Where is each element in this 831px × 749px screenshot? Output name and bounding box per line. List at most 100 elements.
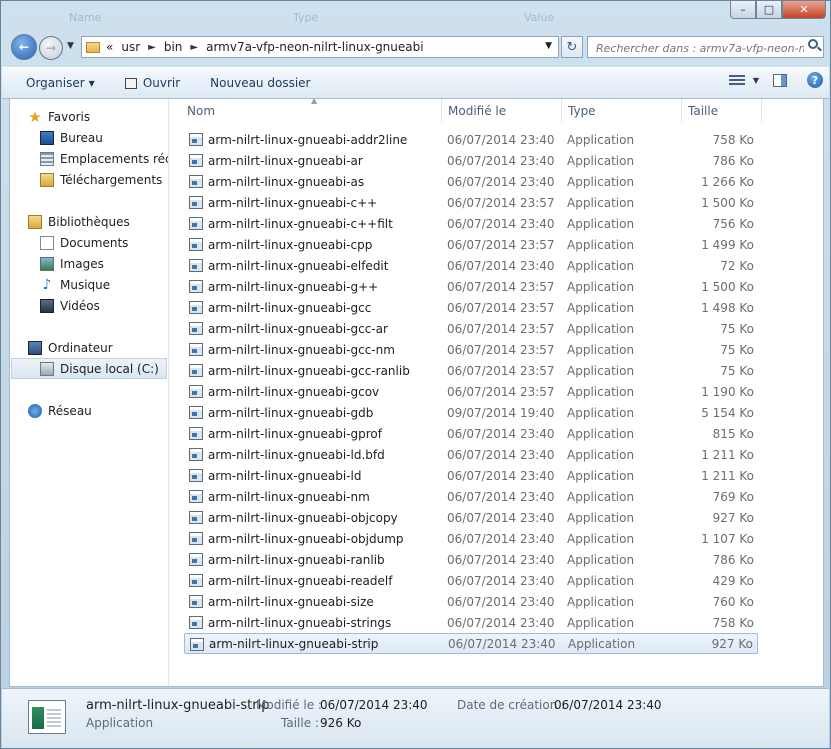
file-name: arm-nilrt-linux-gnueabi-ranlib bbox=[208, 552, 385, 567]
nav-item-label: Musique bbox=[60, 277, 111, 292]
column-divider[interactable] bbox=[761, 99, 762, 123]
column-divider[interactable] bbox=[441, 99, 442, 123]
breadcrumb-overflow[interactable]: « bbox=[106, 40, 113, 54]
refresh-button[interactable]: ↻ bbox=[561, 36, 583, 58]
file-name: arm-nilrt-linux-gnueabi-gcc bbox=[208, 300, 372, 315]
file-row[interactable]: arm-nilrt-linux-gnueabi-ranlib 06/07/2014… bbox=[184, 549, 758, 570]
file-type: Application bbox=[567, 510, 635, 525]
search-box[interactable] bbox=[587, 36, 824, 58]
breadcrumb-separator[interactable]: ► bbox=[190, 42, 198, 53]
file-name: arm-nilrt-linux-gnueabi-gcc-ranlib bbox=[208, 363, 410, 378]
file-row[interactable]: arm-nilrt-linux-gnueabi-as 06/07/2014 23:… bbox=[184, 171, 758, 192]
breadcrumb-usr[interactable]: usr bbox=[121, 40, 140, 54]
new-folder-button[interactable]: Nouveau dossier bbox=[210, 76, 310, 90]
column-header-name[interactable]: ▲ Nom bbox=[187, 99, 441, 123]
nav-item-images[interactable]: Images bbox=[40, 253, 104, 274]
preview-pane-icon[interactable] bbox=[773, 73, 787, 87]
minimize-button[interactable]: – bbox=[730, 1, 756, 19]
nav-network[interactable]: Réseau bbox=[28, 400, 92, 421]
close-button[interactable]: ✕ bbox=[782, 1, 826, 19]
nav-favorites-label: Favoris bbox=[48, 109, 91, 124]
nav-item-desktop[interactable]: Bureau bbox=[40, 127, 103, 148]
folder-icon bbox=[86, 41, 100, 53]
file-name: arm-nilrt-linux-gnueabi-gdb bbox=[208, 405, 374, 420]
search-input[interactable] bbox=[594, 38, 806, 58]
file-size: 1 500 Ko bbox=[701, 195, 754, 210]
back-button[interactable]: ← bbox=[11, 34, 37, 60]
file-modified: 06/07/2014 23:57 bbox=[447, 195, 555, 210]
file-row[interactable]: arm-nilrt-linux-gnueabi-gcc-ar 06/07/2014… bbox=[184, 318, 758, 339]
view-options-icon[interactable] bbox=[728, 74, 745, 86]
open-button[interactable]: Ouvrir bbox=[124, 76, 180, 90]
column-header-type[interactable]: Type bbox=[568, 99, 678, 123]
file-row[interactable]: arm-nilrt-linux-gnueabi-nm 06/07/2014 23:… bbox=[184, 486, 758, 507]
file-row[interactable]: arm-nilrt-linux-gnueabi-c++ 06/07/2014 23… bbox=[184, 192, 758, 213]
history-dropdown-icon[interactable]: ▼ bbox=[67, 41, 74, 51]
file-size: 1 266 Ko bbox=[701, 174, 754, 189]
column-header-modified[interactable]: Modifié le bbox=[448, 99, 562, 123]
search-icon[interactable] bbox=[808, 39, 818, 49]
organize-button[interactable]: Organiser ▼ bbox=[26, 76, 95, 90]
file-row[interactable]: arm-nilrt-linux-gnueabi-gcc-ranlib 06/07/… bbox=[184, 360, 758, 381]
file-row[interactable]: arm-nilrt-linux-gnueabi-ld.bfd 06/07/2014… bbox=[184, 444, 758, 465]
nav-favorites[interactable]: ★ Favoris bbox=[28, 106, 90, 127]
file-row[interactable]: arm-nilrt-linux-gnueabi-gcc 06/07/2014 23… bbox=[184, 297, 758, 318]
nav-computer[interactable]: Ordinateur bbox=[28, 337, 113, 358]
column-divider[interactable] bbox=[561, 99, 562, 123]
file-row[interactable]: arm-nilrt-linux-gnueabi-size 06/07/2014 2… bbox=[184, 591, 758, 612]
file-row[interactable]: arm-nilrt-linux-gnueabi-readelf 06/07/201… bbox=[184, 570, 758, 591]
title-bar[interactable]: Name Type Value – □ ✕ bbox=[1, 1, 831, 29]
nav-item-recent-places[interactable]: Emplacements récents bbox=[40, 148, 168, 169]
details-file-type: Application bbox=[86, 716, 154, 730]
file-name: arm-nilrt-linux-gnueabi-gcc-nm bbox=[208, 342, 395, 357]
nav-libraries[interactable]: Bibliothèques bbox=[28, 211, 130, 232]
file-row[interactable]: arm-nilrt-linux-gnueabi-gcc-nm 06/07/2014… bbox=[184, 339, 758, 360]
application-file-icon bbox=[190, 638, 204, 651]
breadcrumb-current-folder[interactable]: armv7a-vfp-neon-nilrt-linux-gnueabi bbox=[206, 40, 423, 54]
file-row[interactable]: arm-nilrt-linux-gnueabi-strip 06/07/2014 … bbox=[184, 633, 758, 654]
nav-item-local-disk[interactable]: Disque local (C:) bbox=[11, 358, 167, 379]
file-row[interactable]: arm-nilrt-linux-gnueabi-gdb 09/07/2014 19… bbox=[184, 402, 758, 423]
file-modified: 06/07/2014 23:40 bbox=[447, 468, 555, 483]
file-modified: 06/07/2014 23:57 bbox=[447, 363, 555, 378]
address-dropdown-icon[interactable]: ▼ bbox=[545, 41, 552, 51]
file-row[interactable]: arm-nilrt-linux-gnueabi-ld 06/07/2014 23:… bbox=[184, 465, 758, 486]
view-dropdown-icon[interactable]: ▼ bbox=[753, 76, 759, 85]
file-type: Application bbox=[567, 279, 635, 294]
maximize-button[interactable]: □ bbox=[756, 1, 782, 19]
file-row[interactable]: arm-nilrt-linux-gnueabi-g++ 06/07/2014 23… bbox=[184, 276, 758, 297]
file-row[interactable]: arm-nilrt-linux-gnueabi-addr2line 06/07/2… bbox=[184, 129, 758, 150]
file-row[interactable]: arm-nilrt-linux-gnueabi-strings 06/07/201… bbox=[184, 612, 758, 633]
file-type: Application bbox=[567, 468, 635, 483]
column-header-size[interactable]: Taille bbox=[688, 99, 760, 123]
address-bar[interactable]: « usr ► bin ► armv7a-vfp-neon-nilrt-linu… bbox=[81, 36, 559, 58]
file-row[interactable]: arm-nilrt-linux-gnueabi-c++filt 06/07/201… bbox=[184, 213, 758, 234]
file-type: Application bbox=[567, 237, 635, 252]
breadcrumb-bin[interactable]: bin bbox=[164, 40, 183, 54]
file-size: 429 Ko bbox=[712, 573, 754, 588]
help-icon[interactable]: ? bbox=[807, 72, 823, 88]
nav-item-videos[interactable]: Vidéos bbox=[40, 295, 100, 316]
file-modified: 06/07/2014 23:57 bbox=[447, 342, 555, 357]
nav-item-label: Emplacements récents bbox=[60, 151, 168, 166]
file-row[interactable]: arm-nilrt-linux-gnueabi-gprof 06/07/2014 … bbox=[184, 423, 758, 444]
file-row[interactable]: arm-nilrt-linux-gnueabi-ar 06/07/2014 23:… bbox=[184, 150, 758, 171]
file-size: 758 Ko bbox=[712, 615, 754, 630]
file-row[interactable]: arm-nilrt-linux-gnueabi-cpp 06/07/2014 23… bbox=[184, 234, 758, 255]
nav-item-music[interactable]: ♪ Musique bbox=[40, 274, 111, 295]
chevron-down-icon: ▼ bbox=[88, 78, 95, 88]
file-size: 1 107 Ko bbox=[701, 531, 754, 546]
file-type: Application bbox=[567, 258, 635, 273]
file-type: Application bbox=[567, 531, 635, 546]
file-row[interactable]: arm-nilrt-linux-gnueabi-gcov 06/07/2014 2… bbox=[184, 381, 758, 402]
file-row[interactable]: arm-nilrt-linux-gnueabi-objdump 06/07/201… bbox=[184, 528, 758, 549]
column-divider[interactable] bbox=[681, 99, 682, 123]
nav-item-downloads[interactable]: Téléchargements bbox=[40, 169, 162, 190]
file-row[interactable]: arm-nilrt-linux-gnueabi-objcopy 06/07/201… bbox=[184, 507, 758, 528]
file-type: Application bbox=[567, 300, 635, 315]
breadcrumb-separator[interactable]: ► bbox=[148, 42, 156, 53]
file-row[interactable]: arm-nilrt-linux-gnueabi-elfedit 06/07/201… bbox=[184, 255, 758, 276]
nav-item-documents[interactable]: Documents bbox=[40, 232, 128, 253]
file-type: Application bbox=[567, 195, 635, 210]
forward-button[interactable]: → bbox=[39, 36, 63, 60]
